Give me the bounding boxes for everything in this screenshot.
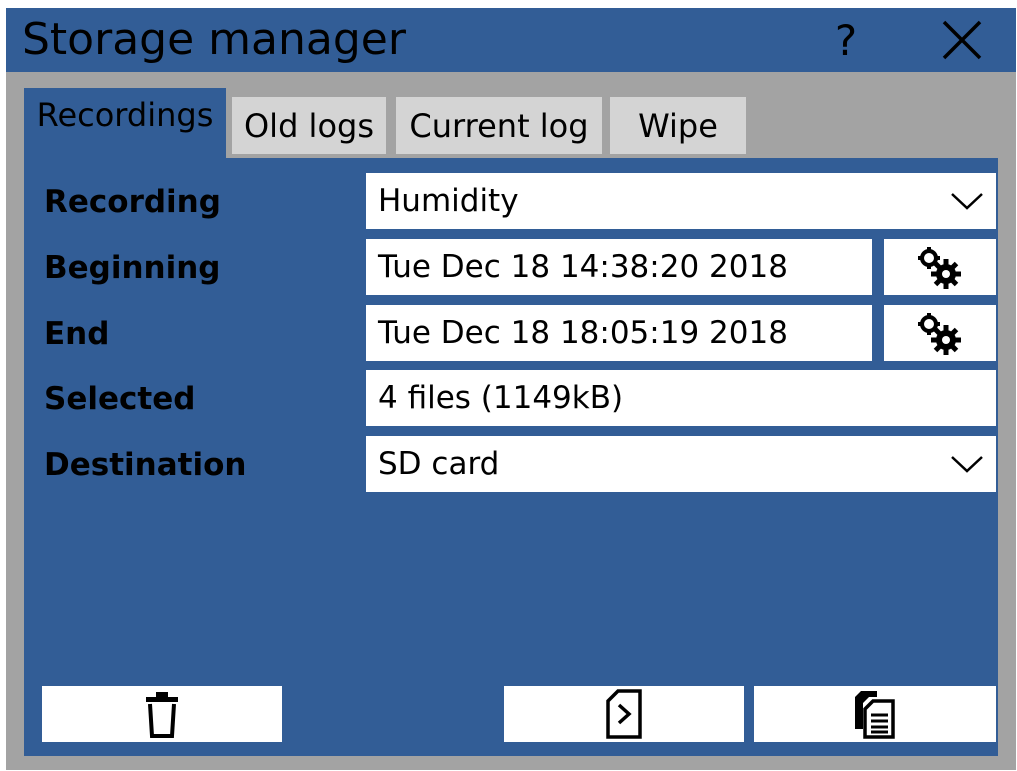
storage-manager-window: Storage manager ? Recordings Old logs Cu… — [6, 8, 1016, 770]
end-value: Tue Dec 18 18:05:19 2018 — [378, 315, 788, 351]
end-settings-button[interactable] — [884, 305, 996, 361]
close-icon — [942, 20, 982, 60]
beginning-field[interactable]: Tue Dec 18 14:38:20 2018 — [366, 239, 872, 295]
destination-label: Destination — [44, 447, 247, 483]
end-label: End — [44, 316, 110, 352]
recording-label: Recording — [44, 184, 221, 220]
title-bar: Storage manager ? — [6, 8, 1016, 72]
destination-value: SD card — [378, 446, 500, 482]
gears-icon — [918, 313, 961, 355]
recording-value: Humidity — [378, 183, 519, 219]
help-button[interactable]: ? — [818, 14, 874, 66]
tab-bar: Recordings Old logs Current log Wipe — [6, 72, 1016, 158]
beginning-value: Tue Dec 18 14:38:20 2018 — [378, 249, 788, 285]
copy-files-icon — [855, 691, 895, 739]
tab-recordings[interactable]: Recordings — [24, 88, 226, 158]
tab-old-logs[interactable]: Old logs — [232, 97, 386, 154]
recordings-panel: Recording Humidity Beginning Tue Dec 18 … — [24, 158, 998, 756]
chevron-down-icon — [951, 456, 983, 473]
delete-button[interactable] — [42, 686, 282, 742]
close-button[interactable] — [934, 14, 990, 66]
window-title: Storage manager — [22, 14, 406, 65]
export-to-sd-button[interactable] — [504, 686, 744, 742]
sd-card-export-icon — [606, 689, 642, 739]
end-field[interactable]: Tue Dec 18 18:05:19 2018 — [366, 305, 872, 361]
trash-icon — [146, 692, 178, 738]
beginning-settings-button[interactable] — [884, 239, 996, 295]
recording-select[interactable]: Humidity — [366, 173, 996, 229]
selected-value: 4 files (1149kB) — [378, 380, 624, 416]
beginning-label: Beginning — [44, 250, 221, 286]
destination-select[interactable]: SD card — [366, 436, 996, 492]
gears-icon — [918, 247, 961, 289]
selected-label: Selected — [44, 381, 196, 417]
tab-current-log[interactable]: Current log — [396, 97, 602, 154]
copy-files-button[interactable] — [754, 686, 996, 742]
chevron-down-icon — [951, 193, 983, 210]
selected-field: 4 files (1149kB) — [366, 370, 996, 426]
tab-wipe[interactable]: Wipe — [610, 97, 746, 154]
